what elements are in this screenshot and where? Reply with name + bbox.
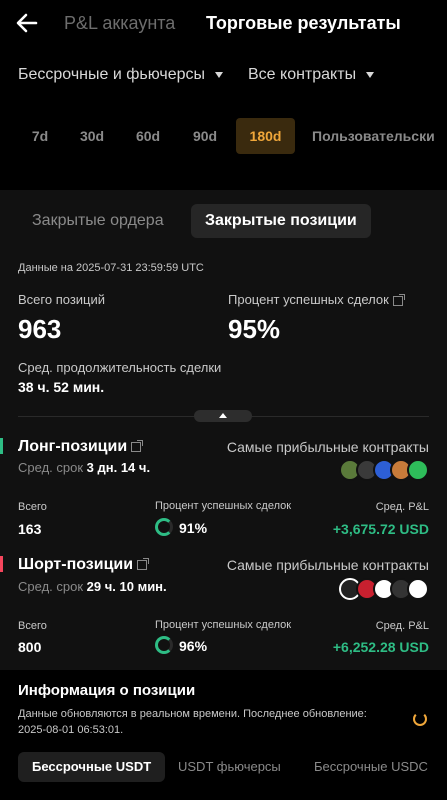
tab-closed-positions[interactable]: Закрытые позиции: [191, 204, 371, 238]
data-timestamp: Данные на 2025-07-31 23:59:59 UTC: [18, 262, 204, 274]
long-top-contracts-icons[interactable]: [339, 459, 429, 481]
tab-closed-orders[interactable]: Закрытые ордера: [18, 204, 178, 238]
contracts-dropdown[interactable]: Все контракты: [248, 66, 375, 84]
total-positions-label: Всего позиций: [18, 292, 106, 307]
period-custom[interactable]: Пользовательски: [312, 118, 447, 154]
external-link-icon[interactable]: [131, 439, 144, 452]
avg-duration-label: Сред. продолжительность сделки: [18, 360, 222, 375]
back-arrow-icon[interactable]: [14, 10, 40, 36]
short-top-contracts-icons[interactable]: [339, 578, 429, 600]
period-30d[interactable]: 30d: [72, 118, 112, 154]
position-info-text: Данные обновляются в реальном времени. П…: [18, 708, 367, 736]
long-title-text: Лонг-позиции: [18, 438, 128, 455]
caret-down-icon: [366, 72, 375, 78]
winrate-ring-icon: [155, 636, 173, 654]
period-selector: 7d 30d 60d 90d 180d Пользовательски: [0, 118, 447, 154]
external-link-icon[interactable]: [392, 293, 405, 306]
long-indicator-bar: [0, 438, 3, 454]
long-avg-term: Сред. срок 3 дн. 14 ч.: [18, 460, 150, 475]
short-term-value: 29 ч. 10 мин.: [86, 579, 167, 594]
period-60d[interactable]: 60d: [128, 118, 168, 154]
market-dropdown[interactable]: Бессрочные и фьючерсы: [18, 66, 224, 84]
tab-trading-results[interactable]: Торговые результаты: [206, 13, 401, 34]
short-top-contracts-label: Самые прибыльные контракты: [226, 557, 429, 573]
winrate-label[interactable]: Процент успешных сделок: [228, 292, 405, 307]
avg-duration-value: 38 ч. 52 мин.: [18, 379, 105, 395]
long-winrate-label: Процент успешных сделок: [155, 500, 292, 512]
position-info-title: Информация о позиции: [18, 682, 196, 699]
period-7d[interactable]: 7d: [20, 118, 60, 154]
short-total-label: Всего: [18, 620, 47, 632]
external-link-icon[interactable]: [137, 557, 150, 570]
short-avg-term: Сред. срок 29 ч. 10 мин.: [18, 579, 167, 594]
short-pnl-value: +6,252.28 USD: [332, 639, 429, 655]
total-positions-value: 963: [18, 314, 62, 344]
long-term-value: 3 дн. 14 ч.: [86, 460, 151, 475]
filters-row: Бессрочные и фьючерсы Все контракты: [0, 66, 447, 92]
position-info-panel: Информация о позиции Данные обновляются …: [0, 670, 447, 800]
period-180d[interactable]: 180d: [236, 118, 295, 154]
long-title[interactable]: Лонг-позиции: [18, 438, 144, 456]
winrate-value: 95%: [228, 314, 281, 344]
collapse-toggle-icon[interactable]: [194, 410, 252, 422]
long-total-label: Всего: [18, 501, 47, 513]
short-term-label: Сред. срок: [18, 579, 84, 594]
short-title[interactable]: Шорт-позиции: [18, 556, 150, 574]
tab-usdt-futures[interactable]: USDT фьючерсы: [178, 752, 281, 782]
long-winrate-value: 91%: [179, 520, 208, 536]
period-90d[interactable]: 90d: [184, 118, 226, 154]
short-indicator-bar: [0, 556, 3, 572]
tab-pl-account[interactable]: P&L аккаунта: [64, 13, 175, 34]
tab-perpetual-usdt[interactable]: Бессрочные USDT: [18, 752, 166, 782]
short-pnl-label: Сред. P&L: [375, 620, 429, 632]
coin-icon: [407, 578, 429, 600]
coin-icon: [407, 459, 429, 481]
market-dropdown-label: Бессрочные и фьючерсы: [18, 66, 206, 83]
refresh-icon[interactable]: [413, 712, 427, 726]
short-winrate-label: Процент успешных сделок: [155, 619, 292, 631]
winrate-label-text: Процент успешных сделок: [228, 292, 389, 307]
short-winrate-value: 96%: [179, 638, 208, 654]
long-pnl-label: Сред. P&L: [375, 501, 429, 513]
contracts-dropdown-label: Все контракты: [248, 66, 357, 83]
tab-perpetual-usdc[interactable]: Бессрочные USDC: [314, 752, 429, 782]
results-panel: Закрытые ордера Закрытые позиции Данные …: [0, 190, 447, 670]
winrate-ring-icon: [155, 518, 173, 536]
long-term-label: Сред. срок: [18, 460, 84, 475]
long-total-value: 163: [18, 521, 42, 537]
caret-down-icon: [215, 72, 224, 78]
long-top-contracts-label: Самые прибыльные контракты: [226, 439, 429, 455]
short-title-text: Шорт-позиции: [18, 556, 134, 573]
header: P&L аккаунта Торговые результаты: [0, 0, 447, 50]
short-total-value: 800: [18, 639, 42, 655]
long-pnl-value: +3,675.72 USD: [332, 521, 429, 537]
